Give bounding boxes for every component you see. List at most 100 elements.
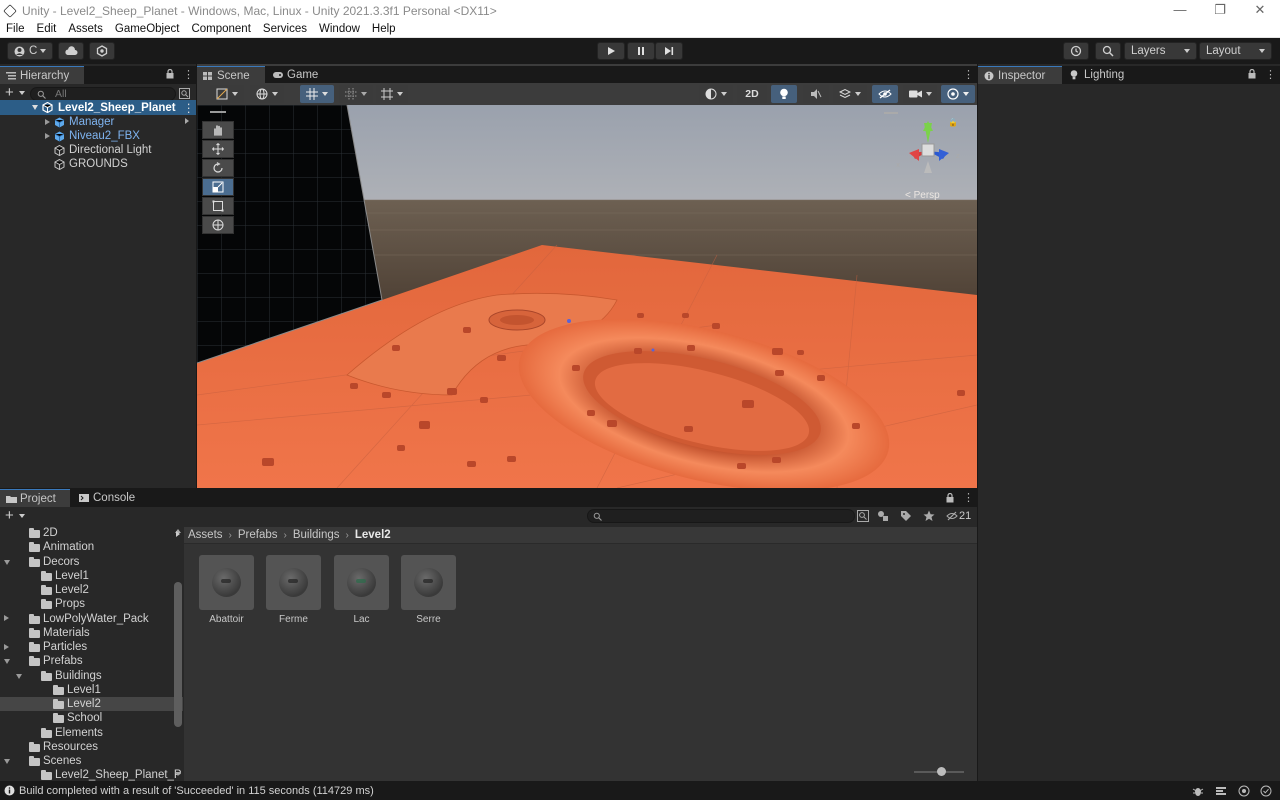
filter-type-icon[interactable]: [877, 510, 889, 522]
menu-assets[interactable]: Assets: [62, 23, 109, 35]
asset-prefab-abattoir[interactable]: Abattoir: [199, 555, 254, 625]
scene-viewport[interactable]: [197, 105, 977, 488]
increment-snap-button[interactable]: [339, 85, 373, 103]
scroll-down-icon[interactable]: [175, 772, 181, 776]
folder-row-school[interactable]: School: [0, 711, 183, 725]
menu-help[interactable]: Help: [366, 23, 402, 35]
fold-open-icon[interactable]: [16, 673, 22, 679]
cache-server-icon[interactable]: [1238, 785, 1250, 797]
rect-tool-button[interactable]: [202, 197, 234, 215]
lighting-toggle-button[interactable]: [771, 85, 797, 103]
camera-settings-button[interactable]: [903, 85, 937, 103]
breadcrumb-level2[interactable]: Level2: [355, 529, 391, 541]
menu-services[interactable]: Services: [257, 23, 313, 35]
fold-open-icon[interactable]: [32, 105, 38, 110]
tab-game[interactable]: Game: [267, 66, 327, 84]
undo-history-button[interactable]: [1063, 42, 1089, 60]
folder-row-prefabs[interactable]: Prefabs: [0, 654, 183, 668]
lock-icon[interactable]: [1248, 69, 1256, 79]
collab-button[interactable]: [89, 42, 115, 60]
auto-generate-lighting-icon[interactable]: [1260, 785, 1272, 797]
hidden-packages-icon[interactable]: [946, 511, 958, 521]
asset-prefab-serre[interactable]: Serre: [401, 555, 456, 625]
tab-lighting[interactable]: Lighting: [1064, 66, 1140, 84]
rotate-tool-button[interactable]: [202, 159, 234, 177]
lock-icon[interactable]: [946, 493, 954, 503]
minimize-button[interactable]: —: [1160, 0, 1200, 21]
folder-row-level2[interactable]: Level2: [0, 583, 183, 597]
scene-options-icon[interactable]: ⋮: [183, 101, 195, 115]
draw-mode-button[interactable]: [210, 85, 244, 103]
step-button[interactable]: [655, 42, 683, 60]
effects-button[interactable]: [833, 85, 867, 103]
scene-root-row[interactable]: Level2_Sheep_Planet ⋮: [0, 100, 196, 115]
folder-row-lowpolywater-pack[interactable]: LowPolyWater_Pack: [0, 612, 183, 626]
more-options-icon[interactable]: ⋮: [963, 493, 974, 504]
grid-snap-button[interactable]: [300, 85, 334, 103]
asset-prefab-lac[interactable]: Lac: [334, 555, 389, 625]
folder-row-level1[interactable]: Level1: [0, 569, 183, 583]
breadcrumb-assets[interactable]: Assets: [188, 529, 223, 541]
more-options-icon[interactable]: ⋮: [183, 70, 194, 81]
folder-row-scenes[interactable]: Scenes: [0, 754, 183, 768]
hierarchy-item-niveau2-fbx[interactable]: Niveau2_FBX: [0, 129, 196, 143]
breadcrumb-collapse-icon[interactable]: [176, 531, 180, 537]
tree-scrollbar[interactable]: [174, 582, 182, 727]
tab-inspector[interactable]: Inspector: [978, 66, 1062, 84]
play-button[interactable]: [597, 42, 625, 60]
folder-row-props[interactable]: Props: [0, 597, 183, 611]
tab-project[interactable]: Project: [0, 489, 70, 507]
audio-toggle-button[interactable]: [803, 85, 829, 103]
global-local-button[interactable]: [250, 85, 284, 103]
add-icon[interactable]: +: [5, 84, 14, 101]
menu-window[interactable]: Window: [313, 23, 366, 35]
tab-hierarchy[interactable]: Hierarchy: [0, 66, 84, 84]
folder-row-particles[interactable]: Particles: [0, 640, 183, 654]
fold-open-icon[interactable]: [4, 559, 10, 565]
folder-row-2d[interactable]: 2D: [0, 527, 183, 540]
fold-closed-icon[interactable]: [45, 132, 50, 139]
render-settings-button[interactable]: [699, 85, 733, 103]
tab-console[interactable]: Console: [73, 489, 143, 507]
hierarchy-item-grounds[interactable]: GROUNDS: [0, 157, 196, 171]
add-dropdown-caret-icon[interactable]: [19, 91, 25, 95]
fold-open-icon[interactable]: [4, 759, 10, 764]
pause-button[interactable]: [627, 42, 655, 60]
folder-row-level2-sheep-planet-p[interactable]: Level2_Sheep_Planet_P: [0, 768, 183, 781]
folder-row-resources[interactable]: Resources: [0, 740, 183, 754]
gizmos-button[interactable]: [941, 85, 975, 103]
fold-closed-icon[interactable]: [45, 118, 50, 125]
tab-scene[interactable]: Scene: [197, 66, 265, 84]
move-tool-button[interactable]: [202, 140, 234, 158]
maximize-button[interactable]: ❐: [1200, 0, 1240, 21]
menu-component[interactable]: Component: [185, 23, 256, 35]
tool-palette-handle[interactable]: [210, 111, 226, 113]
account-dropdown[interactable]: C: [7, 42, 53, 60]
breadcrumb-buildings[interactable]: Buildings: [293, 529, 340, 541]
transform-tool-button[interactable]: [202, 216, 234, 234]
menu-file[interactable]: File: [0, 23, 31, 35]
progress-bars-icon[interactable]: [1215, 785, 1227, 797]
view-tool-button[interactable]: [202, 121, 234, 139]
more-options-icon[interactable]: ⋮: [963, 70, 974, 81]
folder-row-animation[interactable]: Animation: [0, 540, 183, 554]
scale-tool-button[interactable]: [202, 178, 234, 196]
search-by-type-icon[interactable]: [857, 510, 869, 522]
open-prefab-arrow-icon[interactable]: [185, 118, 189, 124]
align-button[interactable]: [376, 85, 408, 103]
scene-search-icon[interactable]: [179, 88, 190, 99]
layers-dropdown[interactable]: Layers: [1124, 42, 1197, 60]
project-search-input[interactable]: [587, 509, 855, 523]
breadcrumb-prefabs[interactable]: Prefabs: [238, 529, 278, 541]
toggle-2d-button[interactable]: 2D: [737, 85, 767, 103]
folder-row-level2[interactable]: Level2: [0, 697, 183, 711]
favorite-star-icon[interactable]: [923, 510, 935, 522]
cloud-button[interactable]: [58, 42, 84, 60]
folder-row-buildings[interactable]: Buildings: [0, 669, 183, 683]
create-icon[interactable]: +: [5, 507, 14, 524]
layout-dropdown[interactable]: Layout: [1199, 42, 1272, 60]
hierarchy-item-manager[interactable]: Manager: [0, 115, 196, 129]
scene-visibility-button[interactable]: [872, 85, 898, 103]
folder-row-elements[interactable]: Elements: [0, 726, 183, 740]
folder-row-materials[interactable]: Materials: [0, 626, 183, 640]
